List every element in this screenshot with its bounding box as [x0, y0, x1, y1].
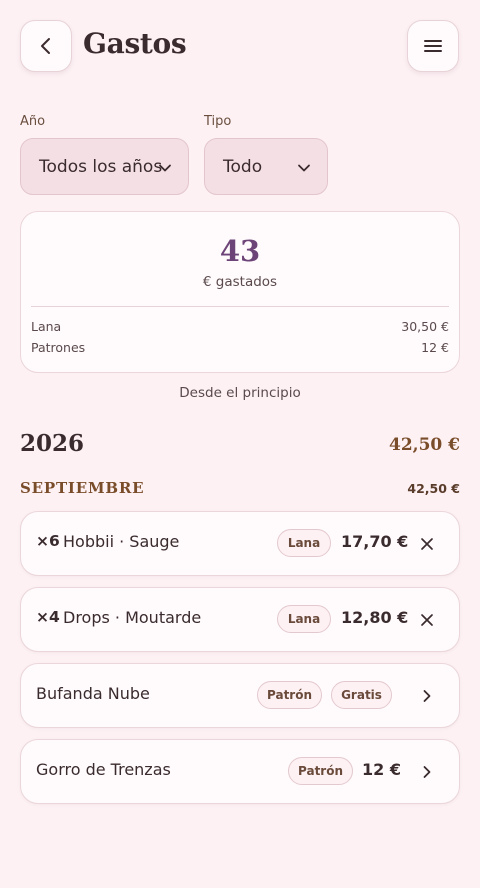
category-chip: Lana — [277, 529, 331, 557]
expense-name: Hobbii · Sauge — [63, 532, 180, 551]
quantity: ×6 — [36, 532, 60, 550]
summary-divider — [31, 306, 449, 307]
chevron-down-icon — [159, 164, 171, 172]
year-total: 42,50 € — [389, 435, 460, 455]
since-label: Desde el principio — [179, 385, 301, 401]
type-select-value: Todo — [223, 156, 263, 177]
total-spent-label: € gastados — [202, 274, 278, 290]
type-select[interactable]: Todo — [204, 138, 328, 195]
pattern-row[interactable]: Bufanda Nube Patrón Gratis — [20, 663, 460, 728]
expense-name: Bufanda Nube — [36, 684, 150, 703]
year-filter-label: Año — [20, 114, 46, 129]
remove-button[interactable] — [417, 534, 437, 554]
category-chip: Lana — [277, 605, 331, 633]
year-select-value: Todos los años — [39, 156, 163, 177]
hamburger-icon — [424, 40, 442, 52]
expense-row[interactable]: ×6 Hobbii · Sauge Lana 17,70 € — [20, 511, 460, 576]
category-chip: Patrón — [257, 681, 322, 709]
menu-button[interactable] — [407, 20, 459, 72]
expense-amount: 12 € — [362, 760, 401, 779]
expense-name: Drops · Moutarde — [63, 608, 202, 627]
summary-card: 43 € gastados Lana 30,50 € Patrones 12 € — [20, 211, 460, 373]
close-icon — [421, 614, 433, 626]
breakdown-value: 12 € — [421, 340, 449, 355]
type-filter-label: Tipo — [204, 114, 232, 129]
chevron-right-icon — [423, 690, 431, 702]
close-icon — [421, 538, 433, 550]
quantity: ×4 — [36, 608, 60, 626]
breakdown-value: 30,50 € — [401, 319, 449, 334]
breakdown-row-patrones: Patrones 12 € — [31, 340, 449, 355]
breakdown-label: Lana — [31, 319, 62, 334]
open-button[interactable] — [417, 686, 437, 706]
month-total: 42,50 € — [407, 481, 460, 496]
open-button[interactable] — [417, 762, 437, 782]
chevron-left-icon — [41, 38, 50, 54]
remove-button[interactable] — [417, 610, 437, 630]
chevron-down-icon — [298, 164, 310, 172]
total-spent-value: 43 — [219, 234, 261, 268]
pattern-row[interactable]: Gorro de Trenzas Patrón 12 € — [20, 739, 460, 804]
breakdown-row-lana: Lana 30,50 € — [31, 319, 449, 334]
breakdown-label: Patrones — [31, 340, 86, 355]
page-title: Gastos — [83, 27, 187, 60]
month-heading: SEPTIEMBRE — [20, 479, 145, 497]
expense-row[interactable]: ×4 Drops · Moutarde Lana 12,80 € — [20, 587, 460, 652]
expense-amount: 17,70 € — [341, 532, 409, 551]
expense-name: Gorro de Trenzas — [36, 760, 171, 779]
year-heading: 2026 — [20, 430, 85, 457]
year-select[interactable]: Todos los años — [20, 138, 189, 195]
back-button[interactable] — [20, 20, 72, 72]
chevron-right-icon — [423, 766, 431, 778]
free-chip: Gratis — [331, 681, 392, 709]
expense-amount: 12,80 € — [341, 608, 409, 627]
category-chip: Patrón — [288, 757, 353, 785]
